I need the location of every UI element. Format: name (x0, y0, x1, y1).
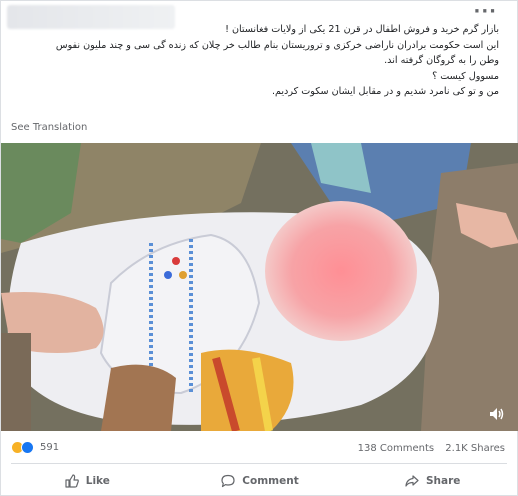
share-label: Share (425, 475, 461, 487)
more-options-icon[interactable]: ··· (473, 1, 497, 22)
post-card: ··· بازار گرم خرید و فروش اطفال در قرن 2… (0, 0, 518, 496)
share-button[interactable]: Share (346, 467, 518, 495)
reactions-summary[interactable]: 591 (11, 441, 59, 454)
volume-icon[interactable] (489, 407, 505, 421)
divider (11, 463, 507, 464)
see-translation-link[interactable]: See Translation (11, 122, 87, 133)
like-label: Like (85, 475, 110, 487)
comment-label: Comment (242, 475, 299, 487)
post-stats: 591 138 Comments 2.1K Shares (1, 433, 518, 461)
post-text-line: وطن را به گروگان گرفته اند. (384, 55, 499, 66)
share-icon (405, 475, 419, 487)
shares-count[interactable]: 2.1K Shares (445, 443, 505, 454)
engagement-counts: 138 Comments 2.1K Shares (350, 443, 505, 454)
post-text: بازار گرم خرید و فروش اطفال در قرن 21 یک… (19, 22, 499, 100)
reaction-count: 591 (40, 442, 60, 453)
comment-icon (221, 474, 235, 488)
post-text-line: بازار گرم خرید و فروش اطفال در قرن 21 یک… (225, 24, 499, 35)
comment-button[interactable]: Comment (174, 467, 347, 495)
comments-count[interactable]: 138 Comments (358, 443, 434, 454)
like-button[interactable]: Like (1, 467, 174, 495)
like-reaction-icon (21, 441, 34, 454)
post-text-line: من و تو کی نامرد شدیم و در مقابل ایشان س… (271, 86, 499, 97)
post-video[interactable] (1, 143, 518, 431)
video-frame (1, 143, 518, 431)
action-bar: Like Comment Share (1, 467, 518, 495)
post-text-line: مسوول کیست ؟ (432, 70, 499, 82)
post-text-line: این است حکومت برادران ناراضی خرکزی و ترو… (55, 39, 499, 51)
thumbs-up-icon (65, 474, 79, 488)
